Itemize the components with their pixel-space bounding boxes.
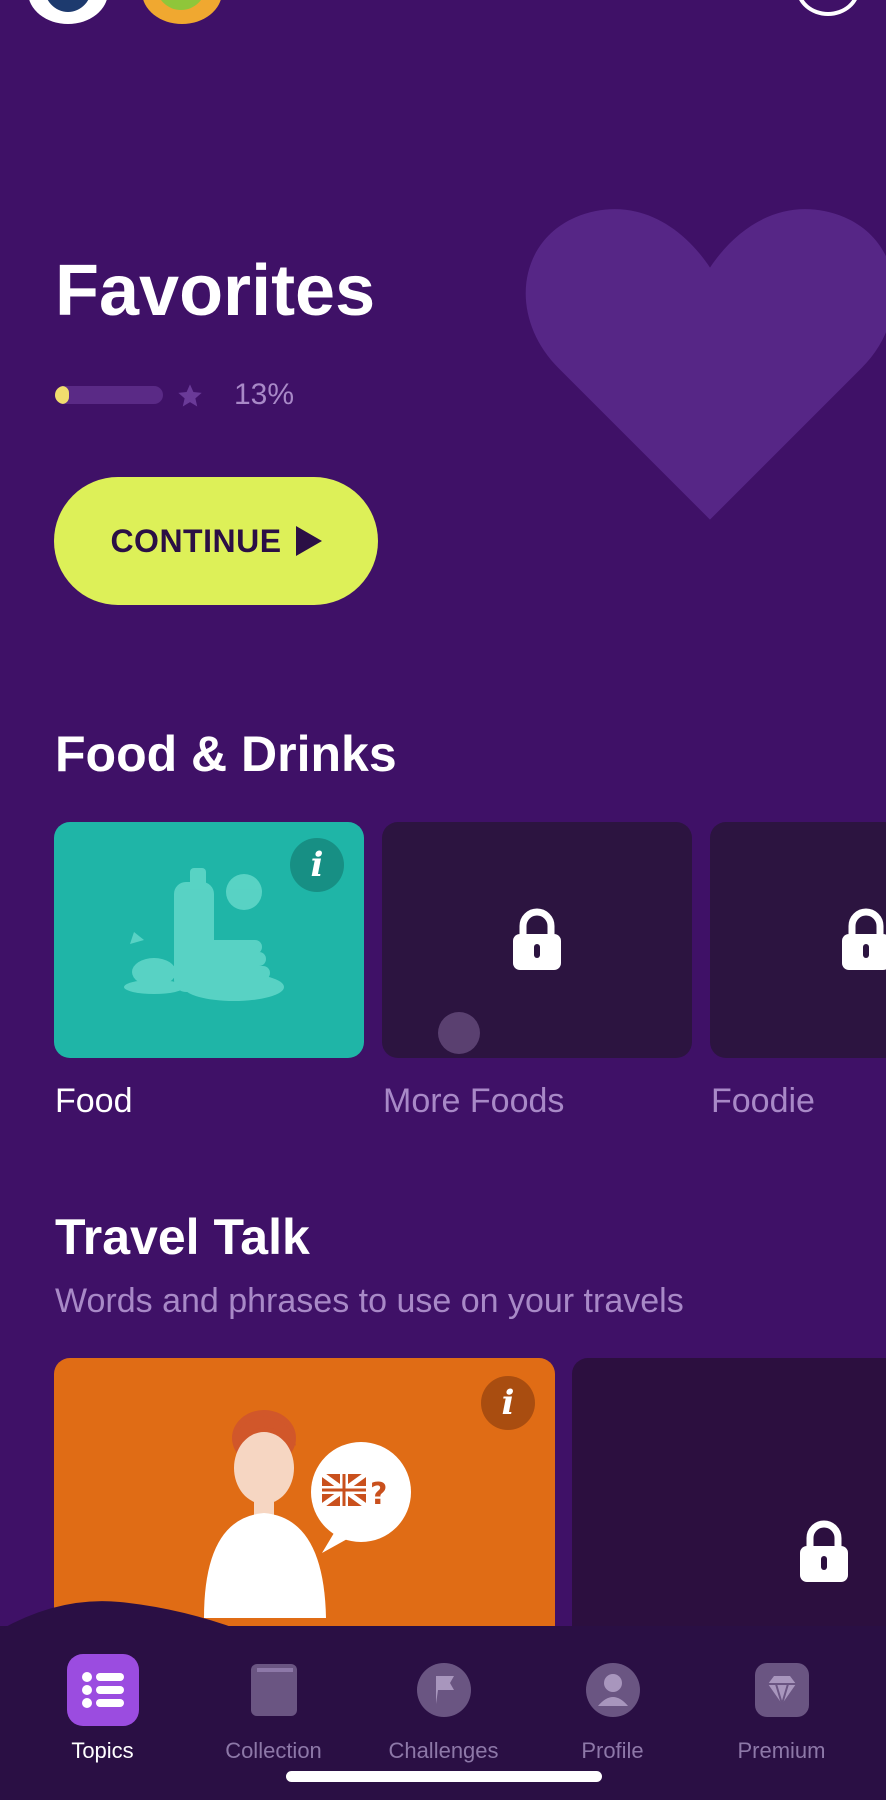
nav-item-collection[interactable]: Collection <box>185 1626 362 1776</box>
nav-item-profile[interactable]: Profile <box>524 1626 701 1776</box>
loading-dot <box>438 1012 480 1054</box>
nav-label-collection: Collection <box>225 1738 322 1763</box>
nav-label-premium: Premium <box>737 1738 826 1763</box>
diamond-icon <box>746 1654 818 1726</box>
avatar-secondary[interactable] <box>142 0 222 24</box>
svg-text:?: ? <box>370 1477 387 1512</box>
nav-item-premium[interactable]: Premium <box>693 1626 870 1776</box>
nav-item-challenges[interactable]: Challenges <box>355 1626 532 1776</box>
book-icon <box>238 1654 310 1726</box>
info-icon[interactable]: i <box>290 838 344 892</box>
topic-card-travel-locked[interactable] <box>572 1358 886 1658</box>
progress-bar <box>55 386 163 404</box>
progress-percent: 13% <box>234 378 295 411</box>
home-indicator[interactable] <box>286 1771 602 1782</box>
person-icon <box>577 1654 649 1726</box>
topic-label-foodie: Foodie <box>711 1082 815 1120</box>
progress-fill <box>55 386 70 404</box>
topic-card-more-foods[interactable] <box>382 822 692 1058</box>
lock-icon <box>513 908 561 970</box>
heart-icon <box>525 209 886 520</box>
section-title-travel-talk: Travel Talk <box>55 1209 310 1265</box>
topic-card-food[interactable]: i <box>54 822 364 1058</box>
nav-item-topics[interactable]: Topics <box>14 1626 191 1776</box>
section-title-food-drinks: Food & Drinks <box>55 726 397 782</box>
nav-label-profile: Profile <box>581 1738 644 1763</box>
topic-card-foodie[interactable] <box>710 822 886 1058</box>
star-icon <box>178 384 202 407</box>
nav-wave <box>0 1601 240 1630</box>
continue-label: CONTINUE <box>110 522 282 559</box>
topic-label-food: Food <box>55 1082 133 1120</box>
lock-icon <box>800 1520 848 1582</box>
continue-button[interactable]: CONTINUE <box>54 477 378 605</box>
avatar-primary[interactable] <box>28 0 108 24</box>
page-title: Favorites <box>55 251 376 331</box>
info-icon[interactable]: i <box>481 1376 535 1430</box>
play-icon <box>295 526 322 556</box>
topic-label-more-foods: More Foods <box>383 1082 565 1120</box>
section-subtitle-travel-talk: Words and phrases to use on your travels <box>55 1282 684 1320</box>
nav-label-topics: Topics <box>71 1738 134 1763</box>
nav-label-challenges: Challenges <box>388 1738 499 1763</box>
flag-icon <box>408 1654 480 1726</box>
list-icon <box>66 1654 139 1726</box>
settings-avatar[interactable] <box>796 0 860 16</box>
lock-icon <box>842 908 886 970</box>
